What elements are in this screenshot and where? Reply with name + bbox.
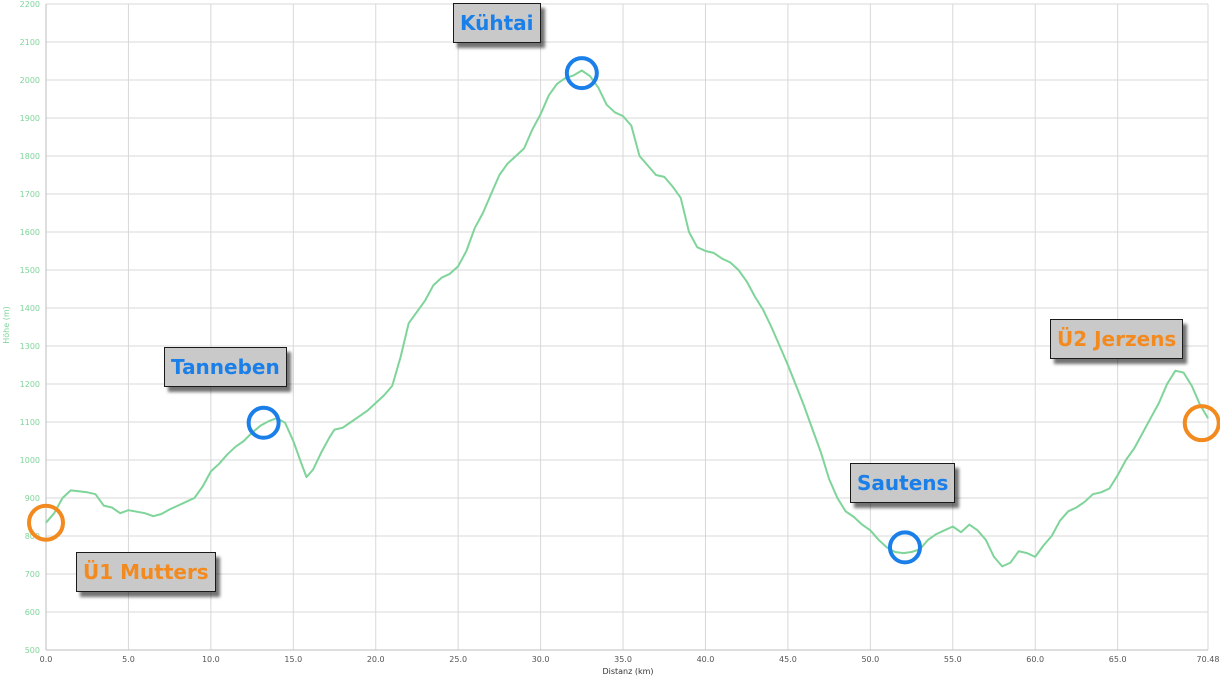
- x-tick-label: 45.0: [779, 655, 797, 664]
- waypoint-label: Tanneben: [164, 347, 287, 387]
- y-axis-label: Höhe (m): [2, 306, 11, 343]
- y-tick-label: 1800: [20, 152, 40, 161]
- x-tick-label: 5.0: [122, 655, 135, 664]
- waypoint-label: Kühtai: [453, 3, 541, 43]
- y-tick-label: 1000: [20, 456, 40, 465]
- waypoint-marker: [887, 530, 922, 565]
- x-tick-label: 15.0: [284, 655, 302, 664]
- waypoint-markers: [27, 56, 1220, 565]
- y-tick-label: 1200: [20, 380, 40, 389]
- x-axis-label: Distanz (km): [602, 667, 653, 676]
- y-tick-label: 1500: [20, 266, 40, 275]
- waypoint-label: Ü1 Mutters: [76, 552, 216, 592]
- waypoint-marker: [1182, 404, 1220, 443]
- waypoint-marker: [246, 405, 281, 440]
- y-tick-label: 2000: [20, 76, 40, 85]
- grid: [45, 3, 1209, 651]
- y-tick-label: 900: [25, 494, 40, 503]
- y-tick-label: 700: [25, 570, 40, 579]
- x-tick-label: 50.0: [861, 655, 879, 664]
- x-tick-label: 0.0: [40, 655, 53, 664]
- y-tick-labels: 5006007008009001000110012001300140015001…: [20, 0, 40, 655]
- waypoint-marker: [564, 56, 599, 91]
- waypoint-label: Ü2 Jerzens: [1050, 319, 1184, 359]
- x-tick-label: 40.0: [697, 655, 715, 664]
- waypoint-label: Sautens: [850, 463, 956, 503]
- x-tick-label: 35.0: [614, 655, 632, 664]
- y-tick-label: 2200: [20, 0, 40, 9]
- x-tick-label: 65.0: [1109, 655, 1127, 664]
- y-tick-label: 1300: [20, 342, 40, 351]
- x-tick-label: 70.48: [1197, 655, 1220, 664]
- x-tick-label: 55.0: [944, 655, 962, 664]
- y-tick-label: 1600: [20, 228, 40, 237]
- x-tick-label: 20.0: [367, 655, 385, 664]
- y-tick-label: 1900: [20, 114, 40, 123]
- y-tick-label: 1400: [20, 304, 40, 313]
- x-tick-label: 60.0: [1026, 655, 1044, 664]
- y-tick-label: 500: [25, 646, 40, 655]
- elevation-line: [45, 69, 1209, 568]
- y-tick-label: 1700: [20, 190, 40, 199]
- x-tick-labels: 0.0 5.0 10.0 15.0 20.0 25.0 30.0 35.0 40.0 45.0 50…: [40, 655, 1220, 664]
- x-tick-label: 10.0: [202, 655, 220, 664]
- y-tick-label: 1100: [20, 418, 40, 427]
- y-tick-label: 600: [25, 608, 40, 617]
- x-tick-label: 25.0: [449, 655, 467, 664]
- x-tick-label: 30.0: [532, 655, 550, 664]
- y-tick-label: 2100: [20, 38, 40, 47]
